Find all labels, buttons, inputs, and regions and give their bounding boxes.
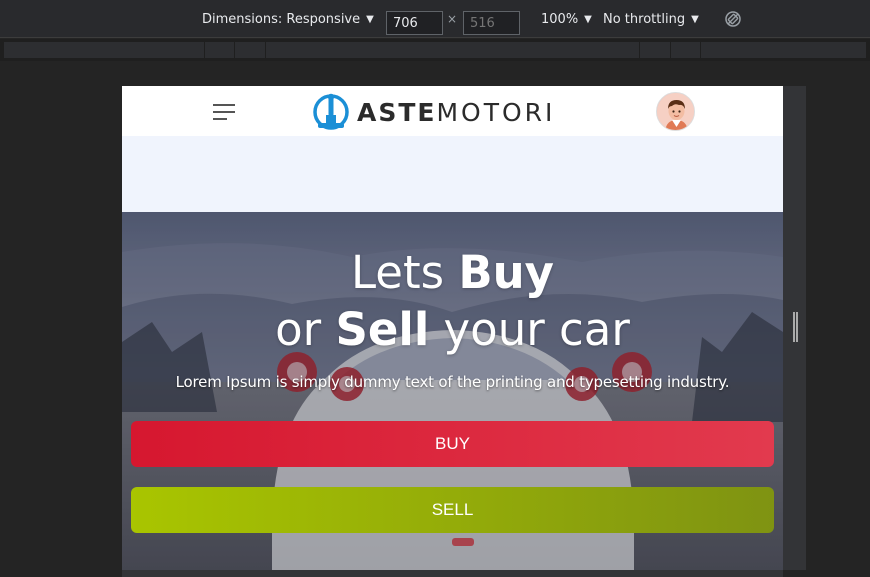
user-avatar-icon (657, 93, 694, 130)
rotate-button[interactable] (724, 0, 742, 38)
media-query-track[interactable] (4, 42, 866, 58)
zoom-label: 100% (541, 11, 579, 27)
hero-subtitle: Lorem Ipsum is simply dummy text of the … (175, 373, 730, 391)
gear-shift-logo-icon (313, 93, 349, 130)
hamburger-menu-icon[interactable] (213, 104, 235, 120)
header-banner-strip (122, 136, 783, 212)
device-toolbar: Dimensions: Responsive ▼ × 100% ▼ No thr… (0, 0, 870, 38)
width-input[interactable] (386, 11, 443, 35)
ruler-divider (639, 42, 640, 58)
site-header: ASTEMOTORI (122, 86, 783, 136)
chevron-down-icon: ▼ (691, 13, 699, 25)
chevron-down-icon: ▼ (366, 13, 374, 25)
device-viewport: ASTEMOTORI Lets Buy or Sell your car Lor… (122, 86, 783, 570)
hero-title-line-2: or Sell your car (275, 303, 630, 356)
buy-button[interactable]: BUY (131, 421, 774, 467)
dimensions-label: Dimensions: Responsive (202, 11, 361, 27)
ruler-divider (670, 42, 671, 58)
chevron-down-icon: ▼ (584, 13, 592, 25)
hero-section: Lets Buy or Sell your car Lorem Ipsum is… (122, 212, 783, 570)
logo-text: ASTEMOTORI (357, 97, 556, 127)
ruler-divider (204, 42, 205, 58)
throttling-dropdown[interactable]: No throttling ▼ (603, 0, 699, 38)
zoom-dropdown[interactable]: 100% ▼ (541, 0, 592, 38)
times-separator: × (447, 12, 458, 26)
height-input[interactable] (463, 11, 520, 35)
ruler-divider (234, 42, 235, 58)
ruler-divider (265, 42, 266, 58)
dimensions-dropdown[interactable]: Dimensions: Responsive ▼ (202, 0, 374, 38)
ruler-divider (700, 42, 701, 58)
sell-button[interactable]: SELL (131, 487, 774, 533)
media-query-bar[interactable] (0, 39, 870, 61)
site-logo[interactable]: ASTEMOTORI (312, 93, 555, 131)
rotate-disabled-icon (725, 11, 741, 27)
throttling-label: No throttling (603, 11, 686, 27)
viewport-bottom-rail[interactable] (122, 570, 783, 577)
resize-handle[interactable] (793, 312, 798, 342)
user-avatar[interactable] (656, 92, 695, 131)
hero-title-line-1: Lets Buy (350, 246, 555, 299)
